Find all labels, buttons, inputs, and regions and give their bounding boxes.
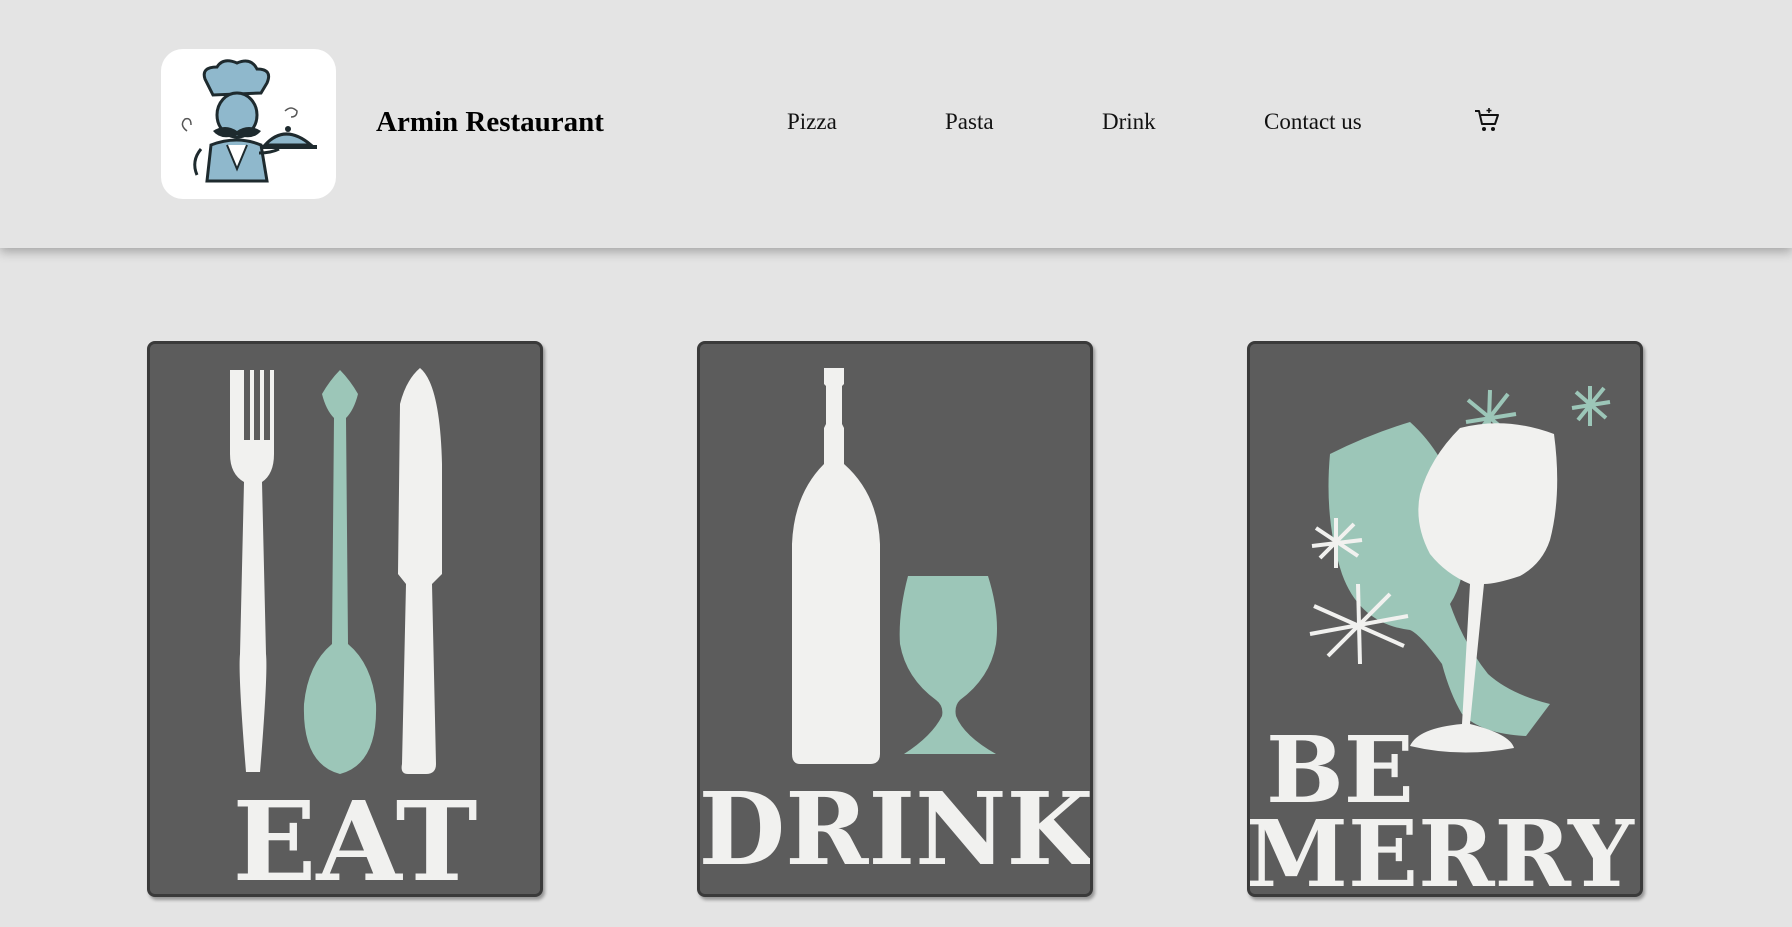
be-merry-card[interactable]: BE MERRY bbox=[1247, 341, 1643, 897]
merry-word: MERRY bbox=[1250, 800, 1635, 894]
nav-contact-us[interactable]: Contact us bbox=[1264, 109, 1362, 135]
cart-button[interactable] bbox=[1473, 106, 1501, 134]
nav-pizza[interactable]: Pizza bbox=[787, 109, 837, 135]
site-header: Armin Restaurant Pizza Pasta Drink Conta… bbox=[0, 0, 1792, 248]
chef-logo[interactable] bbox=[161, 49, 336, 199]
chef-logo-icon bbox=[181, 59, 317, 183]
nav-drink[interactable]: Drink bbox=[1102, 109, 1156, 135]
nav-pasta[interactable]: Pasta bbox=[945, 109, 994, 135]
eat-card[interactable]: EAT bbox=[147, 341, 543, 897]
restaurant-name: Armin Restaurant bbox=[376, 106, 604, 138]
drink-word: DRINK bbox=[700, 770, 1090, 888]
drink-card[interactable]: DRINK bbox=[697, 341, 1093, 897]
eat-word: EAT bbox=[232, 777, 477, 894]
bottle-glass-illustration: DRINK bbox=[700, 344, 1090, 894]
toasting-glasses-illustration: BE MERRY bbox=[1250, 344, 1640, 894]
cutlery-illustration: EAT bbox=[150, 344, 540, 894]
cart-icon bbox=[1475, 108, 1499, 131]
